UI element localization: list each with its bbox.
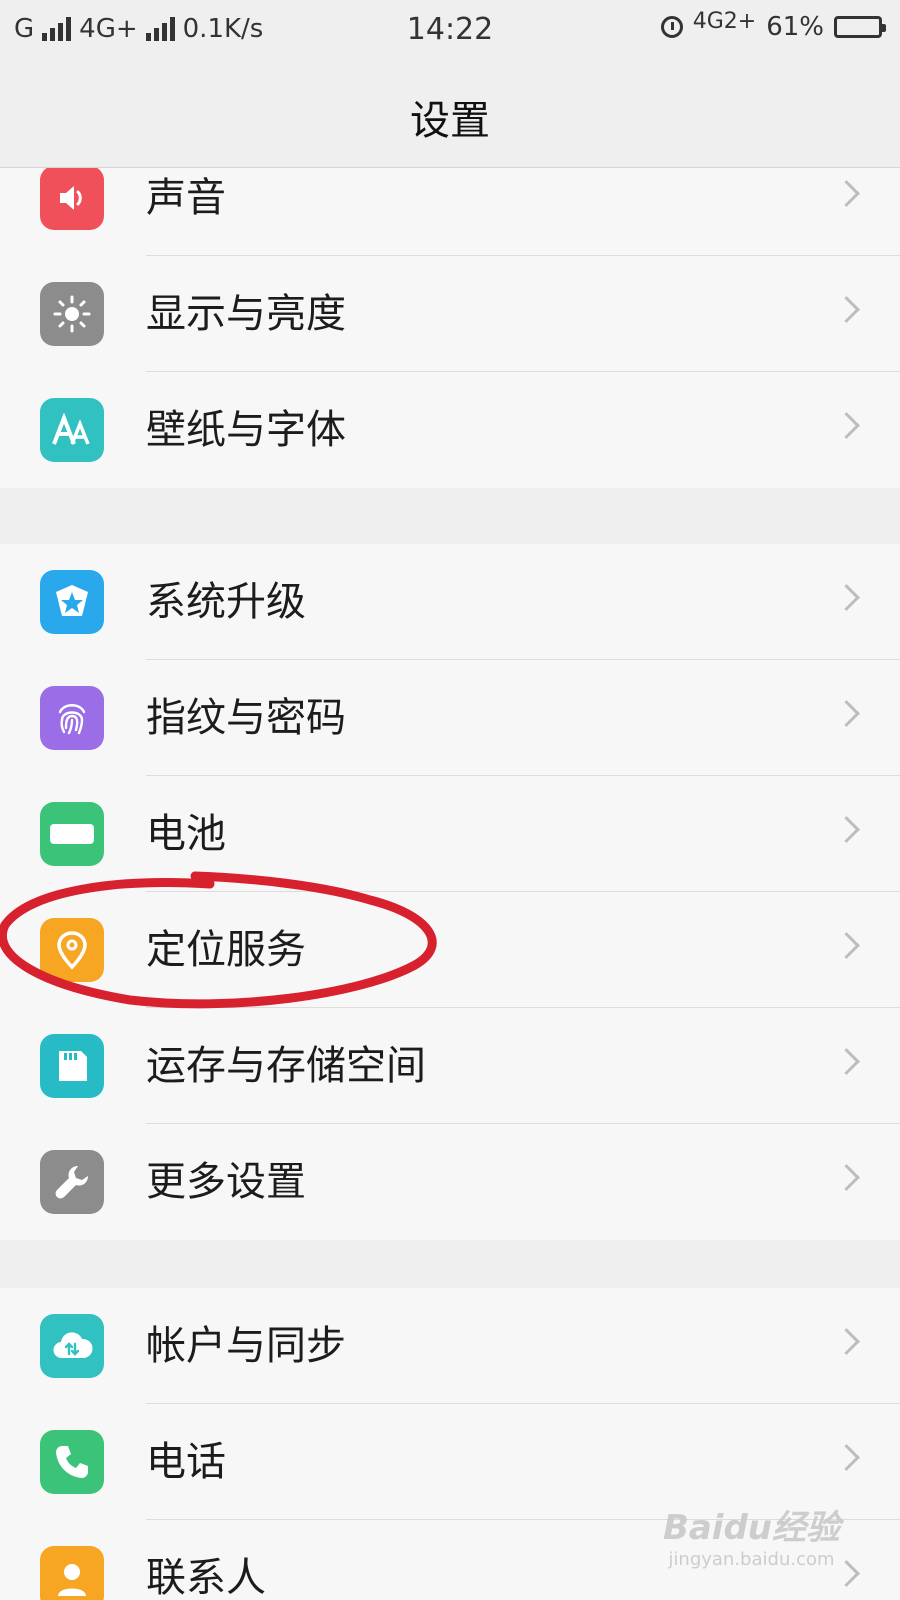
settings-item-cloud-sync[interactable]: 帐户与同步 <box>0 1288 900 1404</box>
speaker-icon <box>40 168 104 230</box>
network-type-label-2: 4G2+ <box>692 8 757 34</box>
network-speed: 0.1K/s <box>182 14 264 44</box>
settings-item-battery[interactable]: 电池 <box>0 776 900 892</box>
settings-item-label: 系统升级 <box>146 579 306 625</box>
settings-item-fingerprint[interactable]: 指纹与密码 <box>0 660 900 776</box>
settings-item-sd-card[interactable]: 运存与存储空间 <box>0 1008 900 1124</box>
settings-item-label: 帐户与同步 <box>146 1323 346 1369</box>
chevron-right-icon <box>833 700 860 727</box>
contact-icon <box>40 1546 104 1600</box>
settings-group-display: 声音显示与亮度壁纸与字体 <box>0 168 900 488</box>
settings-item-font[interactable]: 壁纸与字体 <box>0 372 900 488</box>
signal-icon-2 <box>145 17 175 41</box>
settings-item-label: 显示与亮度 <box>146 291 346 337</box>
watermark-logo: Baidu经验 <box>662 1508 840 1548</box>
settings-item-label: 电话 <box>146 1439 226 1485</box>
signal-icon <box>42 17 72 41</box>
settings-item-label: 声音 <box>146 175 226 221</box>
watermark-url: jingyan.baidu.com <box>668 1549 835 1570</box>
settings-group-system: 系统升级指纹与密码电池定位服务运存与存储空间 更多设置 <box>0 544 900 1240</box>
font-icon <box>40 398 104 462</box>
chevron-right-icon <box>833 1328 860 1355</box>
sd-card-icon <box>40 1034 104 1098</box>
status-bar: G 4G+ 0.1K/s 14:22 4G2+ 61% <box>0 0 900 60</box>
settings-item-label: 电池 <box>146 811 226 857</box>
location-pin-icon <box>40 918 104 982</box>
settings-item-speaker[interactable]: 声音 <box>0 168 900 256</box>
chevron-right-icon <box>833 412 860 439</box>
page-title: 设置 <box>410 98 490 144</box>
settings-list[interactable]: 声音 显示与亮度 壁纸与字体 系统升级 指纹与密码 电池 定位服务 运存与存储空间 更多设置 … <box>0 168 900 1600</box>
battery-percent: 61% <box>766 12 824 42</box>
battery-icon <box>40 802 104 866</box>
chevron-right-icon <box>833 1444 860 1471</box>
chevron-right-icon <box>833 1048 860 1075</box>
chevron-right-icon <box>833 296 860 323</box>
chevron-right-icon <box>833 584 860 611</box>
chevron-right-icon <box>833 932 860 959</box>
title-bar: 设置 <box>0 60 900 168</box>
brightness-icon <box>40 282 104 346</box>
status-left: G 4G+ 0.1K/s <box>14 14 263 44</box>
upgrade-icon <box>40 570 104 634</box>
settings-item-label: 联系人 <box>146 1555 266 1600</box>
chevron-right-icon <box>833 180 860 207</box>
status-right: 4G2+ 61% <box>660 8 886 42</box>
phone-icon <box>40 1430 104 1494</box>
settings-item-location-pin[interactable]: 定位服务 <box>0 892 900 1008</box>
cloud-sync-icon <box>40 1314 104 1378</box>
carrier-label: G <box>14 14 35 44</box>
network-type-label: 4G+ <box>79 14 138 44</box>
alarm-icon <box>660 16 683 38</box>
baidu-watermark: Baidu经验 jingyan.baidu.com <box>663 1500 840 1570</box>
settings-item-wrench[interactable]: 更多设置 <box>0 1124 900 1240</box>
fingerprint-icon <box>40 686 104 750</box>
settings-item-label: 指纹与密码 <box>146 695 346 741</box>
wrench-icon <box>40 1150 104 1214</box>
chevron-right-icon <box>833 1164 860 1191</box>
settings-item-label: 运存与存储空间 <box>146 1043 426 1089</box>
settings-item-label: 更多设置 <box>146 1159 306 1205</box>
battery-status-icon <box>834 16 886 38</box>
settings-item-label: 壁纸与字体 <box>146 407 346 453</box>
settings-item-label: 定位服务 <box>146 927 306 973</box>
settings-item-brightness[interactable]: 显示与亮度 <box>0 256 900 372</box>
settings-item-upgrade[interactable]: 系统升级 <box>0 544 900 660</box>
chevron-right-icon <box>833 816 860 843</box>
